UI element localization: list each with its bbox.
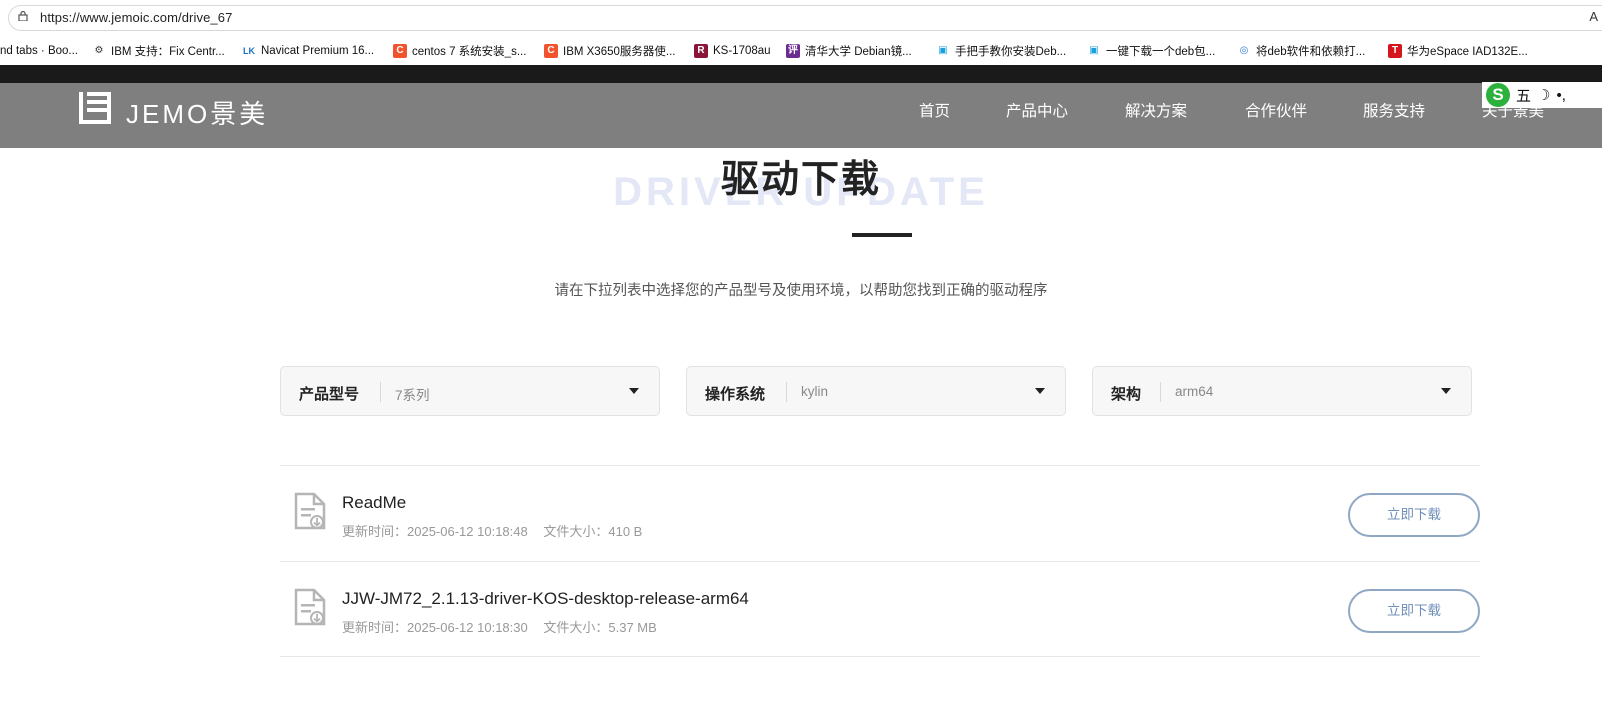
size-label: 文件大小：5.37 MB — [543, 620, 657, 635]
download-button[interactable]: 立即下载 — [1348, 493, 1480, 537]
filter-label: 产品型号 — [299, 386, 360, 403]
caret-down-icon — [1441, 388, 1451, 394]
ibm-icon: ⚙ — [94, 45, 104, 56]
filter-value: 7系列 — [395, 388, 430, 403]
url-field[interactable] — [8, 5, 1602, 31]
bookmark-label: 清华大学 Debian镜... — [805, 46, 912, 58]
bookmark-item[interactable]: LK Navicat Premium 16... — [242, 43, 374, 59]
ime-mode-label[interactable]: 五 — [1516, 85, 1531, 106]
os-select[interactable]: 操作系统 kylin — [686, 366, 1066, 416]
filter-divider — [786, 382, 787, 402]
file-row: JJW-JM72_2.1.13-driver-KOS-desktop-relea… — [280, 561, 1480, 657]
tsinghua-icon: 评 — [786, 44, 800, 58]
filter-label: 架构 — [1111, 386, 1142, 403]
driver-file-list: ReadMe 更新时间：2025-06-12 10:18:48 文件大小：410… — [280, 465, 1480, 657]
url-text[interactable]: https://www.jemoic.com/drive_67 — [40, 10, 232, 25]
file-meta: 更新时间：2025-06-12 10:18:48 文件大小：410 B — [342, 521, 654, 540]
nav-home[interactable]: 首页 — [919, 99, 950, 121]
browser-address-bar: https://www.jemoic.com/drive_67 A — [0, 0, 1602, 36]
updated-label: 更新时间：2025-06-12 10:18:30 — [342, 620, 528, 635]
size-label: 文件大小：410 B — [543, 524, 643, 539]
bilibili-icon: ▣ — [938, 45, 948, 56]
file-meta: 更新时间：2025-06-12 10:18:30 文件大小：5.37 MB — [342, 617, 669, 636]
file-name: ReadMe — [342, 493, 407, 512]
bookmark-item[interactable]: ▣ 一键下载一个deb包... — [1087, 43, 1215, 59]
bookmarks-bar: nd tabs · Boo... ⚙ IBM 支持：Fix Centr... L… — [0, 36, 1602, 65]
bookmark-label: 一键下载一个deb包... — [1106, 46, 1216, 58]
bookmark-item[interactable]: R KS-1708au — [694, 43, 771, 59]
logo-text[interactable]: JEMO景美 — [126, 94, 268, 131]
updated-label: 更新时间：2025-06-12 10:18:48 — [342, 524, 528, 539]
csdn-icon: C — [393, 44, 407, 58]
page-title: 驱动下载 — [720, 159, 881, 201]
csdn-icon: C — [544, 44, 558, 58]
bookmark-item[interactable]: C centos 7 系统安装_s... — [393, 43, 526, 59]
ks-icon: R — [694, 44, 708, 58]
file-row: ReadMe 更新时间：2025-06-12 10:18:48 文件大小：410… — [280, 465, 1480, 561]
filter-divider — [380, 382, 381, 402]
file-name: JJW-JM72_2.1.13-driver-KOS-desktop-relea… — [342, 589, 749, 608]
file-download-icon — [294, 492, 326, 530]
punctuation-icon[interactable]: •, — [1556, 87, 1565, 104]
bookmark-label: KS-1708au — [713, 45, 771, 57]
ime-toolbar[interactable]: S 五 ☽ •, — [1482, 82, 1602, 108]
filter-value: arm64 — [1175, 384, 1214, 399]
bookmark-item[interactable]: T 华为eSpace IAD132E... — [1388, 43, 1528, 59]
product-model-select[interactable]: 产品型号 7系列 — [280, 366, 660, 416]
caret-down-icon — [629, 388, 639, 394]
title-underline — [852, 233, 912, 237]
nav-solutions[interactable]: 解决方案 — [1125, 99, 1187, 121]
bookmark-item[interactable]: ▣ 手把手教你安装Deb... — [936, 43, 1066, 59]
bookmark-item[interactable]: 评 清华大学 Debian镜... — [786, 43, 912, 59]
filter-divider — [1160, 382, 1161, 402]
bookmark-label: centos 7 系统安装_s... — [412, 46, 527, 58]
moon-icon[interactable]: ☽ — [1537, 86, 1550, 104]
caret-down-icon — [1035, 388, 1045, 394]
bookmark-label: nd tabs · Boo... — [0, 45, 78, 57]
page-subtitle: 请在下拉列表中选择您的产品型号及使用环境，以帮助您找到正确的驱动程序 — [554, 283, 1048, 299]
download-button[interactable]: 立即下载 — [1348, 589, 1480, 633]
bilibili-icon: ▣ — [1089, 45, 1099, 56]
lock-icon[interactable] — [18, 11, 28, 21]
architecture-select[interactable]: 架构 arm64 — [1092, 366, 1472, 416]
bookmark-label: IBM 支持：Fix Centr... — [111, 46, 225, 58]
file-download-icon — [294, 588, 326, 626]
bookmark-label: Navicat Premium 16... — [261, 45, 375, 57]
reader-mode-icon[interactable]: A — [1589, 9, 1598, 24]
bookmark-label: IBM X3650服务器使... — [563, 46, 676, 58]
bookmark-label: 华为eSpace IAD132E... — [1407, 46, 1528, 58]
bookmark-label: 手把手教你安装Deb... — [955, 46, 1067, 58]
nav-support[interactable]: 服务支持 — [1363, 99, 1425, 121]
nav-products[interactable]: 产品中心 — [1006, 99, 1068, 121]
bookmark-label: 将deb软件和依赖打... — [1256, 46, 1366, 58]
nav-partners[interactable]: 合作伙伴 — [1245, 99, 1307, 121]
bookmark-item[interactable]: nd tabs · Boo... — [0, 43, 78, 59]
blog-icon: ◎ — [1239, 45, 1249, 56]
jemo-logo-icon[interactable] — [79, 90, 113, 126]
bookmark-item[interactable]: ⚙ IBM 支持：Fix Centr... — [92, 43, 225, 59]
bookmark-item[interactable]: C IBM X3650服务器使... — [544, 43, 675, 59]
filter-label: 操作系统 — [705, 386, 766, 403]
toutiao-icon: T — [1388, 44, 1402, 58]
sogou-ime-icon[interactable]: S — [1486, 83, 1510, 107]
filter-value: kylin — [801, 384, 829, 399]
navicat-icon: LK — [243, 46, 255, 56]
bookmark-item[interactable]: ◎ 将deb软件和依赖打... — [1237, 43, 1366, 59]
banner-strip — [0, 65, 1602, 83]
site-header: JEMO景美 首页 产品中心 解决方案 合作伙伴 服务支持 关于景美 — [0, 83, 1602, 148]
